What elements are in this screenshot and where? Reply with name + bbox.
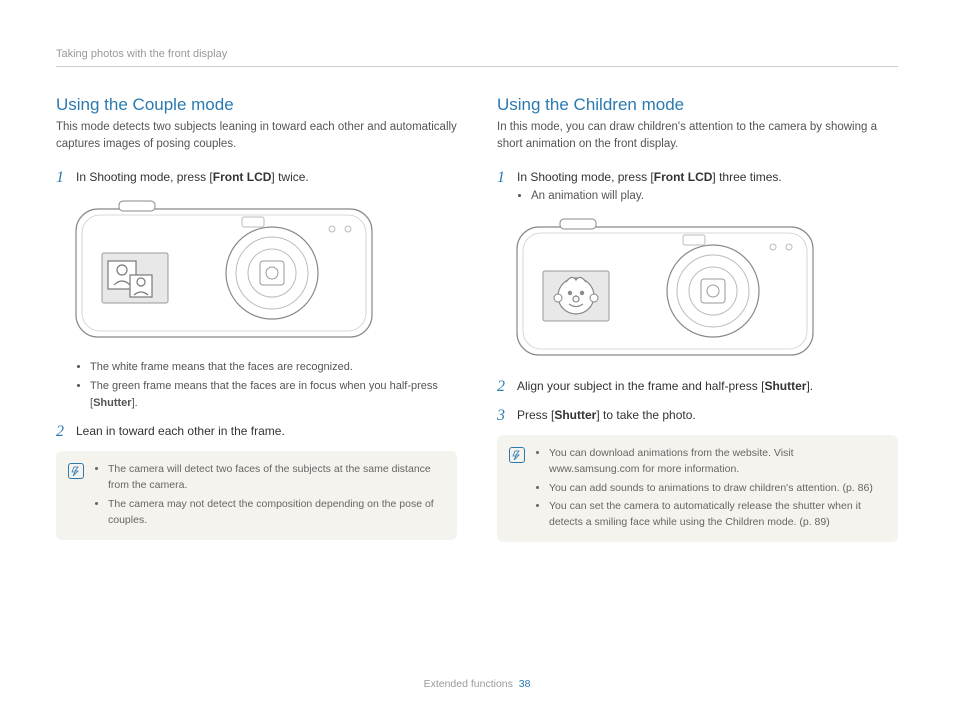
list-item: You can download animations from the web…: [549, 445, 886, 478]
step-number: 2: [497, 377, 509, 396]
list-item: The white frame means that the faces are…: [90, 359, 457, 376]
note-icon: [68, 463, 84, 479]
step-text: In Shooting mode, press [Front LCD] twic…: [76, 168, 457, 187]
step-text: Align your subject in the frame and half…: [517, 377, 898, 396]
content-columns: Using the Couple mode This mode detects …: [56, 95, 898, 542]
footer-section: Extended functions: [424, 678, 513, 690]
page-footer: Extended functions 38: [0, 678, 954, 690]
step-text: Lean in toward each other in the frame.: [76, 422, 457, 441]
page-header: Taking photos with the front display: [56, 48, 898, 67]
list-item: The green frame means that the faces are…: [90, 378, 457, 412]
couple-mode-intro: This mode detects two subjects leaning i…: [56, 119, 457, 154]
note-list: The camera will detect two faces of the …: [94, 461, 445, 530]
children-step-1: 1 In Shooting mode, press [Front LCD] th…: [497, 168, 898, 205]
right-column: Using the Children mode In this mode, yo…: [497, 95, 898, 542]
children-mode-intro: In this mode, you can draw children's at…: [497, 119, 898, 154]
children-note-box: You can download animations from the web…: [497, 435, 898, 542]
note-list: You can download animations from the web…: [535, 445, 886, 532]
list-item: You can set the camera to automatically …: [549, 498, 886, 531]
left-column: Using the Couple mode This mode detects …: [56, 95, 457, 542]
step-number: 1: [56, 168, 68, 187]
breadcrumb: Taking photos with the front display: [56, 48, 227, 60]
children-mode-title: Using the Children mode: [497, 95, 898, 115]
list-item: An animation will play.: [531, 188, 898, 205]
couple-camera-illustration: [74, 197, 457, 347]
step-number: 1: [497, 168, 509, 205]
list-item: The camera may not detect the compositio…: [108, 496, 445, 529]
step-text: In Shooting mode, press [Front LCD] thre…: [517, 168, 898, 205]
children-step-3: 3 Press [Shutter] to take the photo.: [497, 406, 898, 425]
couple-step-2: 2 Lean in toward each other in the frame…: [56, 422, 457, 441]
couple-mode-title: Using the Couple mode: [56, 95, 457, 115]
step-number: 3: [497, 406, 509, 425]
couple-step-1: 1 In Shooting mode, press [Front LCD] tw…: [56, 168, 457, 187]
step-text: Press [Shutter] to take the photo.: [517, 406, 898, 425]
step-sub-bullet: An animation will play.: [517, 188, 898, 205]
couple-step1-bullets: The white frame means that the faces are…: [74, 359, 457, 412]
children-camera-illustration: [515, 215, 898, 365]
list-item: The camera will detect two faces of the …: [108, 461, 445, 494]
page-number: 38: [519, 678, 531, 690]
children-step-2: 2 Align your subject in the frame and ha…: [497, 377, 898, 396]
note-icon: [509, 447, 525, 463]
step-number: 2: [56, 422, 68, 441]
list-item: You can add sounds to animations to draw…: [549, 480, 886, 496]
couple-note-box: The camera will detect two faces of the …: [56, 451, 457, 540]
